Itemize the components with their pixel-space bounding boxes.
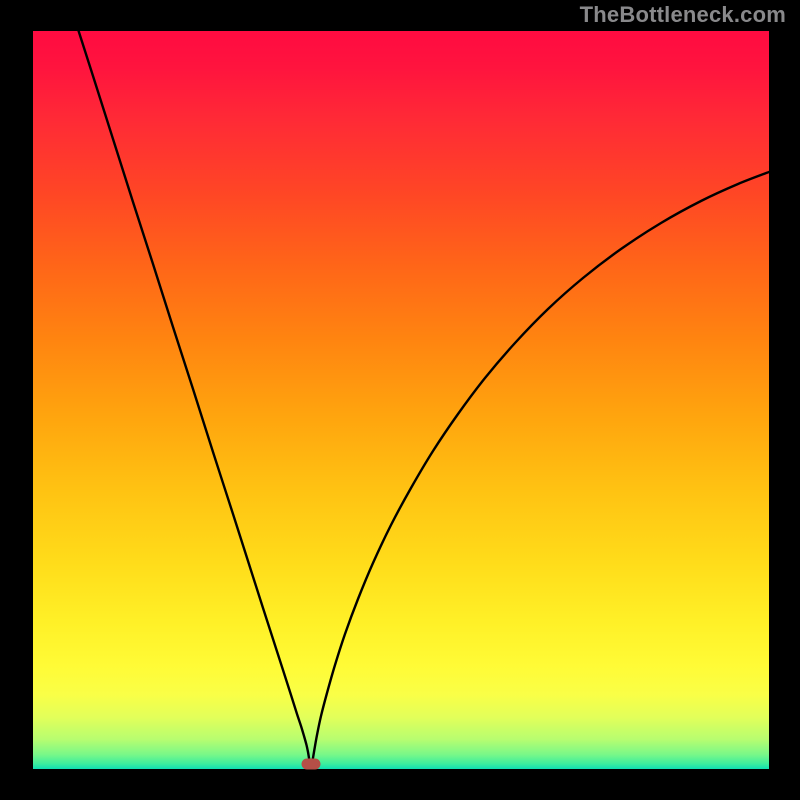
curve-layer (33, 31, 769, 769)
min-marker (302, 759, 321, 770)
watermark-text: TheBottleneck.com (580, 2, 786, 28)
plot-area (33, 31, 769, 769)
chart-frame: TheBottleneck.com (0, 0, 800, 800)
curve-path (77, 31, 769, 768)
